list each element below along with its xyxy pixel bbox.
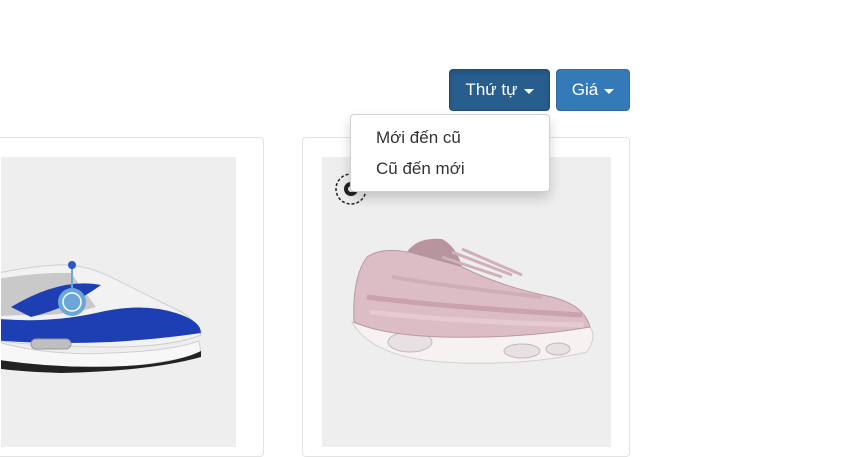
- price-filter-button[interactable]: Giá: [556, 69, 630, 111]
- blue-sneaker-image: [1, 261, 202, 373]
- sort-option-oldest[interactable]: Cũ đến mới: [351, 153, 549, 184]
- pink-sneaker-image: [335, 173, 594, 364]
- product-image[interactable]: [1, 157, 236, 447]
- caret-down-icon: [604, 88, 615, 94]
- product-card[interactable]: [0, 137, 264, 457]
- sort-order-label: Thứ tự: [465, 80, 518, 99]
- caret-down-icon: [523, 88, 534, 94]
- sort-order-button[interactable]: Thứ tự: [449, 69, 550, 111]
- product-image[interactable]: [322, 157, 611, 447]
- price-filter-label: Giá: [571, 80, 599, 99]
- sort-dropdown-menu: Mới đến cũ Cũ đến mới: [350, 114, 550, 192]
- sort-option-newest[interactable]: Mới đến cũ: [351, 122, 549, 153]
